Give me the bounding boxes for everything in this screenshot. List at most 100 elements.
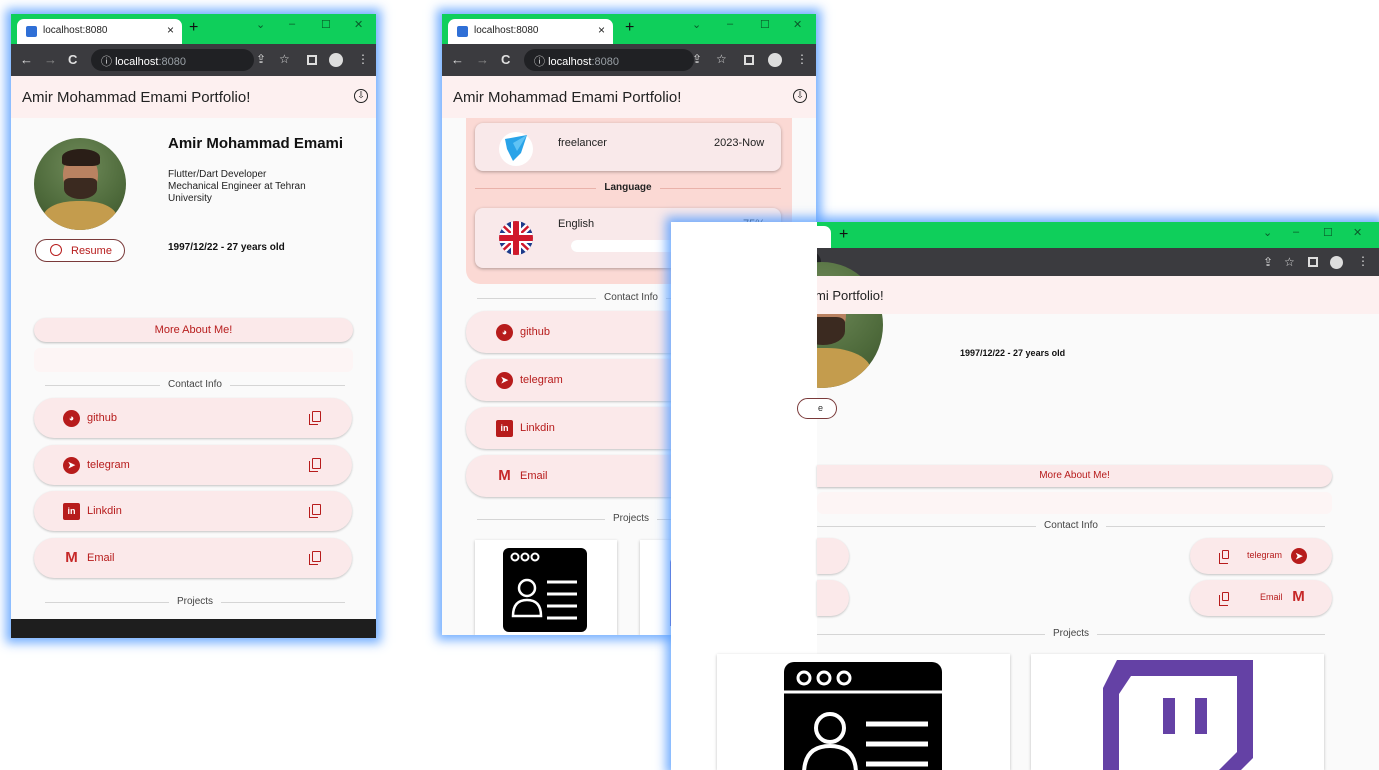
profile-icon[interactable] bbox=[1330, 256, 1343, 269]
download-icon bbox=[50, 244, 62, 256]
browser-window-3: × + ⌄ – ☐ ✕ ⇪ ☆ ⋮ mi Portfolio! ⇩ mi Por… bbox=[671, 222, 1379, 770]
download-icon[interactable]: ⇩ bbox=[793, 89, 807, 103]
new-tab-button[interactable]: + bbox=[625, 19, 634, 37]
resume-button[interactable]: e bbox=[797, 398, 837, 419]
github-icon: ◕ bbox=[63, 410, 80, 427]
flutter-favicon-icon bbox=[457, 26, 468, 37]
window-close-button[interactable]: ✕ bbox=[1353, 226, 1362, 239]
experience-period: 2023-Now bbox=[714, 137, 765, 149]
freelancer-logo-icon bbox=[499, 132, 533, 166]
minimize-button[interactable]: – bbox=[289, 18, 295, 30]
contact-email[interactable]: M Email bbox=[34, 538, 352, 578]
side-panel-icon[interactable] bbox=[1308, 257, 1318, 267]
project-card-resume[interactable] bbox=[717, 654, 1010, 770]
tab-close-icon[interactable]: × bbox=[598, 23, 605, 37]
contact-telegram[interactable]: ➤ telegram bbox=[34, 445, 352, 485]
forward-button[interactable]: → bbox=[44, 52, 57, 67]
app-bar: Amir Mohammad Emami Portfolio! ⇩ bbox=[442, 76, 816, 118]
address-bar[interactable]: ⓘ localhost:8080 bbox=[524, 49, 694, 71]
more-about-me-button[interactable]: More About Me! bbox=[34, 318, 353, 342]
share-icon[interactable]: ⇪ bbox=[256, 52, 266, 66]
browser-toolbar: ← → C ⓘ localhost:8080 ⇪ ☆ ⋮ bbox=[442, 44, 816, 76]
maximize-button[interactable]: ☐ bbox=[760, 18, 770, 31]
chevron-down-icon[interactable]: ⌄ bbox=[692, 18, 701, 31]
app-title: Amir Mohammad Emami Portfolio! bbox=[22, 89, 251, 106]
profile-icon[interactable] bbox=[329, 53, 343, 67]
window-close-button[interactable]: ✕ bbox=[793, 18, 802, 31]
contact-github[interactable]: ◕ github bbox=[34, 398, 352, 438]
share-icon[interactable]: ⇪ bbox=[692, 52, 702, 66]
copy-icon[interactable] bbox=[309, 504, 321, 518]
contact-divider: Contact Info bbox=[45, 379, 345, 391]
star-icon[interactable]: ☆ bbox=[279, 52, 290, 66]
address-bar[interactable]: ⓘ localhost:8080 bbox=[91, 49, 254, 71]
download-icon[interactable]: ⇩ bbox=[354, 89, 368, 103]
experience-card: freelancer 2023-Now bbox=[475, 123, 781, 171]
app-bar: Amir Mohammad Emami Portfolio! ⇩ bbox=[11, 76, 376, 118]
reload-button[interactable]: C bbox=[501, 52, 510, 67]
copy-icon[interactable] bbox=[309, 411, 321, 425]
tab-title: localhost:8080 bbox=[43, 25, 108, 36]
language-name: English bbox=[558, 218, 595, 230]
gmail-icon: M bbox=[1292, 588, 1305, 605]
contact-linkdin[interactable]: in Linkdin bbox=[34, 491, 352, 531]
linkedin-icon: in bbox=[63, 503, 80, 520]
profile-roles: Flutter/Dart Developer Mechanical Engine… bbox=[168, 169, 306, 204]
birth-date: 1997/12/22 - 27 years old bbox=[960, 348, 1066, 358]
browser-tab[interactable]: localhost:8080 × bbox=[17, 19, 182, 44]
tab-close-icon[interactable]: × bbox=[167, 23, 174, 37]
gmail-icon: M bbox=[65, 549, 78, 566]
contact-github-partial[interactable] bbox=[817, 538, 849, 574]
profile-icon[interactable] bbox=[768, 53, 782, 67]
side-panel-icon[interactable] bbox=[307, 55, 317, 65]
info-icon: ⓘ bbox=[534, 56, 549, 68]
app-title: Amir Mohammad Emami Portfolio! bbox=[453, 89, 682, 106]
projects-divider: Projects bbox=[45, 596, 345, 608]
copy-icon[interactable] bbox=[1219, 592, 1229, 606]
new-tab-button[interactable]: + bbox=[189, 19, 198, 37]
more-about-me-button[interactable]: More About Me! bbox=[817, 465, 1332, 487]
profile-name: Amir Mohammad Emami bbox=[168, 135, 344, 152]
resume-project-icon bbox=[503, 548, 587, 632]
resume-button[interactable]: Resume bbox=[35, 239, 125, 262]
twitch-project-icon bbox=[1103, 660, 1253, 770]
project-card-twitch[interactable] bbox=[1031, 654, 1324, 770]
menu-icon[interactable]: ⋮ bbox=[1357, 254, 1369, 268]
gmail-icon: M bbox=[498, 467, 511, 484]
back-button[interactable]: ← bbox=[20, 52, 33, 67]
chevron-down-icon[interactable]: ⌄ bbox=[256, 18, 265, 31]
browser-tab[interactable]: localhost:8080 × bbox=[448, 19, 613, 44]
new-tab-button[interactable]: + bbox=[839, 226, 848, 244]
side-panel-icon[interactable] bbox=[744, 55, 754, 65]
contact-email[interactable]: Email M bbox=[1190, 580, 1332, 616]
maximize-button[interactable]: ☐ bbox=[321, 18, 331, 31]
star-icon[interactable]: ☆ bbox=[1284, 255, 1295, 269]
language-divider: Language bbox=[475, 182, 781, 194]
browser-window-1: localhost:8080 × + ⌄ – ☐ ✕ ← → C ⓘ local… bbox=[11, 14, 376, 638]
info-icon: ⓘ bbox=[101, 56, 116, 68]
menu-icon[interactable]: ⋮ bbox=[796, 52, 808, 66]
copy-icon[interactable] bbox=[309, 551, 321, 565]
menu-icon[interactable]: ⋮ bbox=[357, 52, 369, 66]
tab-strip: localhost:8080 × + ⌄ – ☐ ✕ bbox=[442, 14, 816, 44]
star-icon[interactable]: ☆ bbox=[716, 52, 727, 66]
forward-button[interactable]: → bbox=[476, 52, 489, 67]
contact-linkdin-partial[interactable] bbox=[817, 580, 849, 616]
copy-icon[interactable] bbox=[309, 458, 321, 472]
copy-icon[interactable] bbox=[1219, 550, 1229, 564]
back-button[interactable]: ← bbox=[451, 52, 464, 67]
contact-divider: Contact Info bbox=[817, 520, 1325, 532]
tab-strip: localhost:8080 × + ⌄ – ☐ ✕ bbox=[11, 14, 376, 44]
minimize-button[interactable]: – bbox=[1293, 226, 1299, 238]
share-icon[interactable]: ⇪ bbox=[1263, 255, 1273, 269]
window-close-button[interactable]: ✕ bbox=[354, 18, 363, 31]
reload-button[interactable]: C bbox=[68, 52, 77, 67]
maximize-button[interactable]: ☐ bbox=[1323, 226, 1333, 239]
contact-telegram[interactable]: telegram ➤ bbox=[1190, 538, 1332, 574]
chevron-down-icon[interactable]: ⌄ bbox=[1263, 226, 1272, 239]
minimize-button[interactable]: – bbox=[727, 18, 733, 30]
birth-date: 1997/12/22 - 27 years old bbox=[168, 242, 285, 253]
project-card-resume[interactable] bbox=[475, 540, 617, 635]
uk-flag-icon bbox=[499, 221, 533, 255]
avatar bbox=[34, 138, 126, 230]
